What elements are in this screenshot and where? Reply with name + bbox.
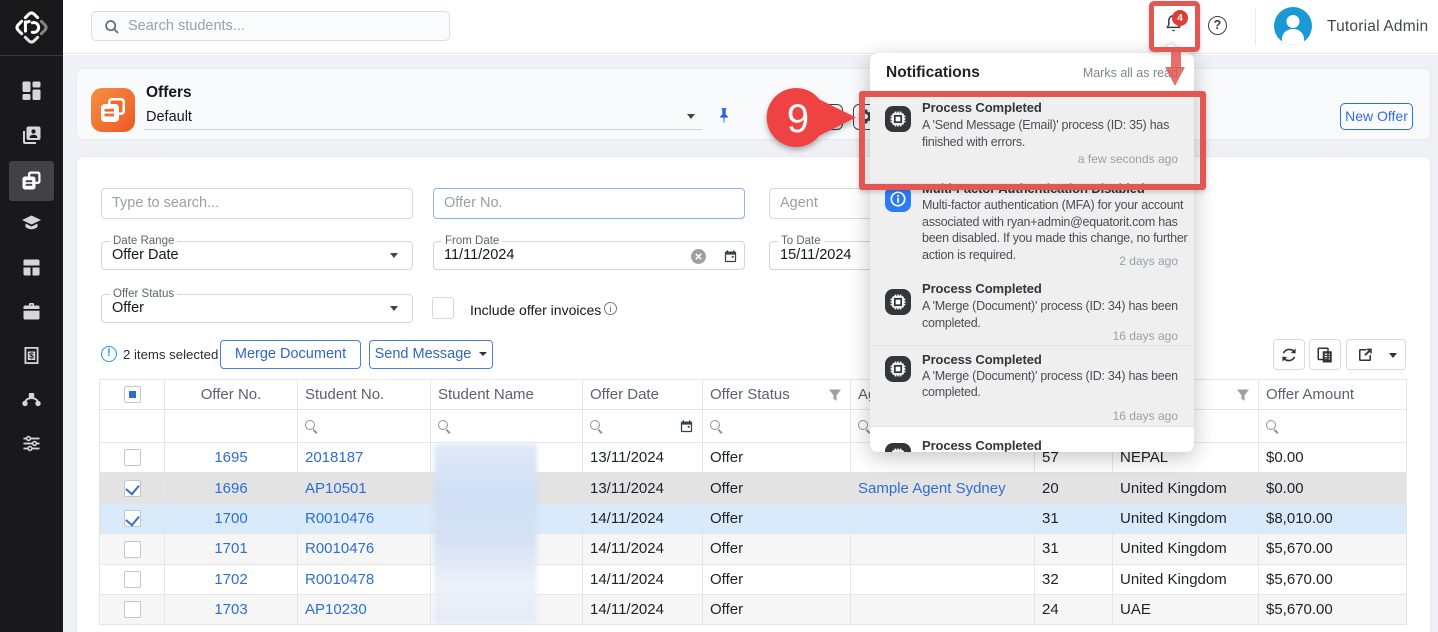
svg-text:9: 9 (787, 97, 809, 141)
svg-text:$: $ (29, 351, 34, 361)
